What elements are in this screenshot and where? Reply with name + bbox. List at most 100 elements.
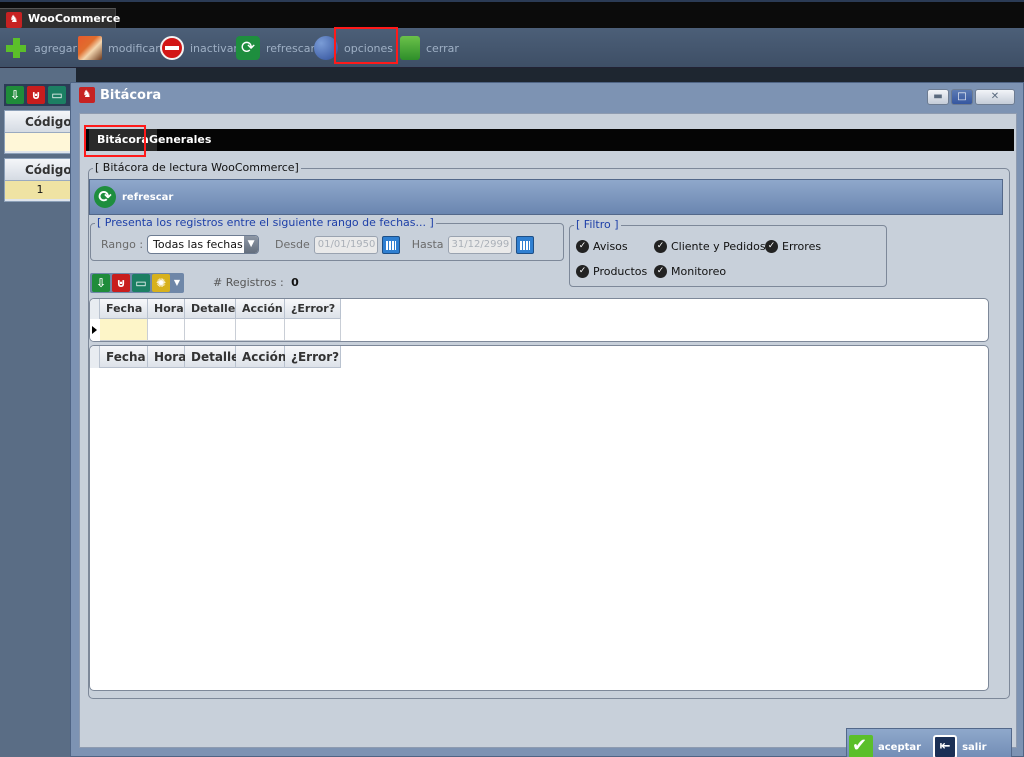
agregar-button[interactable]: agregar (4, 34, 77, 62)
pencil-icon (78, 36, 102, 60)
checkbox-checked-icon: ✓ (576, 265, 589, 278)
refrescar-button[interactable]: ⟳ refrescar (236, 34, 315, 62)
rango-select[interactable]: Todas las fechas ▼ (147, 235, 260, 254)
salir-label: salir (962, 741, 987, 753)
grid-cell[interactable] (285, 319, 341, 341)
filter-productos[interactable]: ✓ Productos (576, 265, 647, 278)
grid-toolbar: ⇩ ⊍ ▭ ✺ ▼ (90, 273, 184, 293)
salir-button[interactable]: ⇤ salir (933, 735, 987, 757)
background-grid-1: Código (4, 110, 76, 154)
column-hora[interactable]: Hora (148, 346, 186, 368)
registros-value: 0 (291, 276, 299, 289)
desde-input[interactable]: 01/01/1950 (313, 235, 378, 254)
filter-cliente-pedidos[interactable]: ✓ Cliente y Pedidos (654, 240, 766, 253)
app-titlebar: ♞ WooCommerce (0, 0, 1024, 30)
filter-box: [ Filtro ] ✓ Avisos ✓ Cliente y Pedidos … (569, 218, 887, 287)
stop-icon (160, 36, 184, 60)
filter-errores-label: Errores (782, 240, 822, 253)
maximize-button[interactable]: □ (951, 89, 973, 105)
grid-cell[interactable] (148, 319, 185, 341)
table-row[interactable]: 1 (5, 181, 75, 199)
chevron-down-icon: ▼ (244, 236, 259, 253)
grid-cell[interactable] (185, 319, 236, 341)
download-icon[interactable]: ⇩ (6, 86, 24, 104)
background-grid-1-header[interactable]: Código (5, 111, 75, 133)
date-range-row: Rango : Todas las fechas ▼ Desde 01/01/1… (101, 235, 534, 254)
calendar-icon[interactable] (381, 235, 400, 254)
column-fecha[interactable]: Fecha (100, 346, 148, 368)
modificar-label: modificar (108, 41, 160, 55)
grid-cell[interactable] (100, 319, 148, 341)
row-indicator-icon (90, 319, 100, 341)
download-icon[interactable]: ⇩ (92, 274, 110, 292)
table-row[interactable] (90, 319, 988, 341)
inactivar-button[interactable]: inactivar (160, 34, 238, 62)
grid-corner (90, 299, 100, 319)
excel-icon[interactable]: ▭ (132, 274, 150, 292)
date-range-title: [ Presenta los registros entre el siguie… (95, 216, 436, 229)
column-hora[interactable]: Hora (148, 299, 185, 319)
calendar-icon[interactable] (515, 235, 534, 254)
tab-generales[interactable]: Generales (141, 129, 219, 151)
footer-buttons: aceptar ⇤ salir (846, 728, 1012, 757)
tab-highlight (84, 125, 146, 157)
checkbox-checked-icon: ✓ (576, 240, 589, 253)
modificar-button[interactable]: modificar (78, 34, 160, 62)
refrescar-label: refrescar (266, 41, 316, 55)
export-icon[interactable]: ⊍ (27, 86, 45, 104)
refresh-icon: ⟳ (236, 36, 260, 60)
aceptar-label: aceptar (878, 741, 922, 753)
window-controls: ▬ □ ✕ (927, 89, 1015, 105)
plus-icon (4, 36, 28, 60)
registros-count: # Registros : 0 (213, 276, 299, 289)
column-error[interactable]: ¿Error? (285, 346, 341, 368)
export-icon[interactable]: ⊍ (112, 274, 130, 292)
column-error[interactable]: ¿Error? (285, 299, 341, 319)
inactivar-label: inactivar (190, 41, 238, 55)
filter-title: [ Filtro ] (574, 218, 621, 231)
checkmark-icon (849, 735, 873, 757)
rango-value: Todas las fechas (153, 238, 243, 251)
tab-bar: Bitácora Generales (86, 129, 1014, 151)
desde-label: Desde (275, 238, 310, 251)
dialog-body: Bitácora Generales [ Bitácora de lectura… (79, 113, 1017, 757)
app-logo-icon: ♞ (6, 12, 22, 28)
column-detalle[interactable]: Detalle (185, 299, 236, 319)
cerrar-label: cerrar (426, 41, 459, 55)
excel-icon[interactable]: ▭ (48, 86, 66, 104)
grid-cell[interactable] (236, 319, 285, 341)
background-grid-2: Código 1 (4, 158, 76, 202)
bitacora-group: [ Bitácora de lectura WooCommerce] ⟳ ref… (88, 161, 1010, 699)
column-accion[interactable]: Acción (236, 299, 285, 319)
rango-label: Rango : (101, 238, 144, 251)
filter-cliente-pedidos-label: Cliente y Pedidos (671, 240, 766, 253)
background-mini-icons: ⇩ ⊍ ▭ (6, 86, 66, 104)
hasta-input[interactable]: 31/12/2999 (447, 235, 512, 254)
log-grid-top-header: Fecha Hora Detalle Acción ¿Error? (90, 299, 988, 319)
column-fecha[interactable]: Fecha (100, 299, 148, 319)
filter-monitoreo[interactable]: ✓ Monitoreo (654, 265, 726, 278)
hasta-label: Hasta (411, 238, 444, 251)
dialog-title-text: Bitácora (100, 87, 162, 103)
app-tab-woocommerce[interactable]: ♞ WooCommerce (0, 8, 120, 30)
lightbulb-icon[interactable]: ✺ (152, 274, 170, 292)
column-accion[interactable]: Acción (236, 346, 286, 368)
lock-icon (400, 36, 420, 60)
aceptar-button[interactable]: aceptar (849, 735, 921, 757)
close-button[interactable]: ✕ (975, 89, 1015, 105)
column-detalle[interactable]: Detalle (185, 346, 239, 368)
background-grid-2-header[interactable]: Código (5, 159, 75, 181)
chevron-down-icon[interactable]: ▼ (172, 274, 182, 292)
agregar-label: agregar (34, 41, 78, 55)
dialog-logo-icon: ♞ (79, 87, 95, 103)
filter-errores[interactable]: ✓ Errores (765, 240, 821, 253)
refresh-icon: ⟳ (94, 186, 116, 208)
cerrar-button[interactable]: cerrar (400, 34, 459, 62)
filter-avisos-label: Avisos (593, 240, 628, 253)
table-row[interactable] (5, 133, 75, 151)
log-grid-bottom-header: Fecha Hora Detalle Acción ¿Error? (90, 346, 988, 368)
refresh-bar[interactable]: ⟳ refrescar (89, 179, 1003, 215)
main-toolbar: agregar modificar inactivar ⟳ refrescar … (0, 28, 1024, 68)
minimize-button[interactable]: ▬ (927, 89, 949, 105)
filter-avisos[interactable]: ✓ Avisos (576, 240, 628, 253)
